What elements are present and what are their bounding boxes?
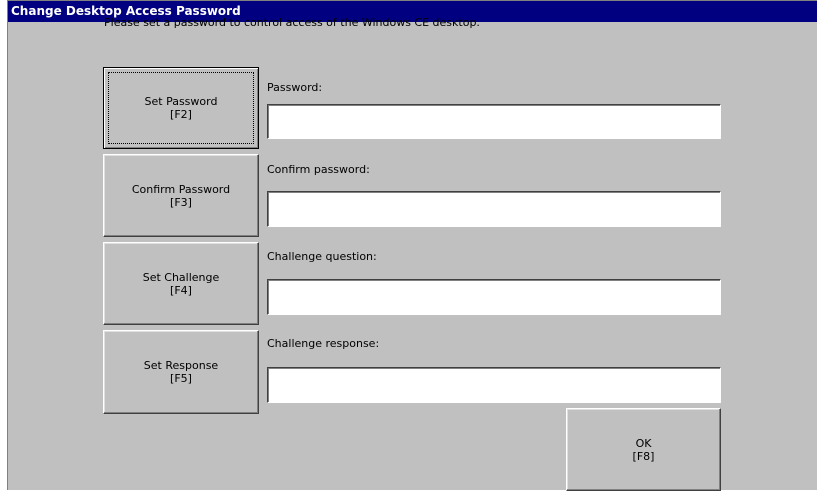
- confirm-password-label: Confirm Password: [131, 182, 231, 196]
- set-response-label: Set Response: [143, 359, 219, 372]
- dialog-window: Change Desktop Access Password Please se…: [7, 0, 817, 491]
- instruction-text: Please set a password to control access …: [104, 16, 480, 29]
- focus-ring: [108, 72, 254, 144]
- set-response-button[interactable]: Set Response [F5]: [103, 330, 259, 414]
- challenge-response-field[interactable]: [267, 367, 721, 403]
- challenge-question-field[interactable]: [267, 279, 721, 315]
- ok-key: [F8]: [632, 449, 655, 463]
- set-password-button[interactable]: Set Password [F2]: [103, 67, 259, 149]
- set-response-key: [F5]: [170, 372, 192, 385]
- confirm-password-button[interactable]: Confirm Password [F3]: [103, 154, 259, 237]
- confirm-password-label-text: Confirm password:: [267, 163, 370, 176]
- set-challenge-label: Set Challenge: [142, 270, 220, 284]
- confirm-password-field[interactable]: [267, 191, 721, 227]
- challenge-question-label: Challenge question:: [267, 250, 377, 263]
- confirm-password-key: [F3]: [170, 195, 192, 209]
- password-field[interactable]: [267, 104, 721, 139]
- password-label: Password:: [267, 81, 323, 94]
- set-challenge-key: [F4]: [170, 283, 192, 297]
- set-challenge-button[interactable]: Set Challenge [F4]: [103, 242, 259, 325]
- challenge-response-label: Challenge response:: [267, 337, 380, 350]
- ok-label: OK: [635, 436, 652, 450]
- ok-button[interactable]: OK [F8]: [566, 408, 721, 491]
